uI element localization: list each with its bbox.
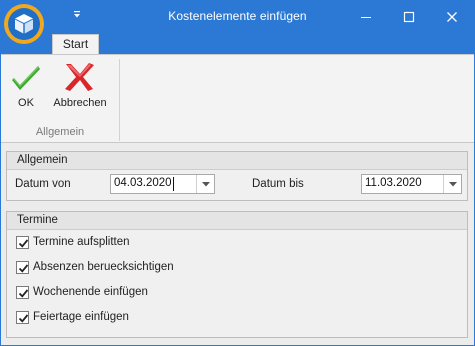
checkbox-box[interactable]	[16, 261, 29, 274]
cancel-button-label: Abbrechen	[53, 97, 107, 109]
text-cursor	[173, 177, 174, 191]
allgemein-group-header: Allgemein	[7, 152, 467, 170]
checkmark-icon	[12, 66, 40, 90]
allgemein-group: Allgemein Datum von 04.03.2020 Datum bis…	[6, 151, 468, 201]
close-icon	[447, 12, 457, 22]
checkbox-label: Termine aufsplitten	[33, 236, 130, 248]
cancel-button[interactable]: Abbrechen	[50, 57, 110, 115]
maximize-button[interactable]	[387, 1, 431, 32]
chevron-down-icon	[449, 182, 457, 187]
title-bar[interactable]: Kostenelemente einfügen	[1, 1, 474, 32]
termine-group-header: Termine	[7, 212, 467, 230]
chevron-down-icon	[202, 182, 210, 187]
checkbox-label: Absenzen beruecksichtigen	[33, 261, 174, 273]
checkmark-icon	[18, 289, 29, 298]
termine-group: Termine Termine aufsplitten Absenzen ber…	[6, 211, 468, 338]
ribbon-panel: OK Abbrechen Allgemein	[1, 54, 474, 143]
ok-button[interactable]: OK	[5, 57, 47, 115]
minimize-icon	[361, 17, 371, 18]
checkbox-box[interactable]	[16, 286, 29, 299]
datum-von-field[interactable]: 04.03.2020	[110, 174, 215, 194]
tab-start[interactable]: Start	[52, 34, 99, 55]
checkbox-box[interactable]	[16, 311, 29, 324]
datum-bis-value: 11.03.2020	[365, 177, 422, 189]
ribbon-tab-strip: Start	[1, 32, 474, 55]
datum-bis-label: Datum bis	[252, 178, 304, 190]
datum-bis-dropdown-button[interactable]	[443, 175, 461, 193]
datum-von-dropdown-button[interactable]	[196, 175, 214, 193]
ok-button-label: OK	[18, 97, 34, 109]
cube-icon	[15, 14, 33, 34]
checkmark-icon	[18, 264, 29, 273]
ribbon-group-separator	[119, 59, 120, 141]
datum-bis-field[interactable]: 11.03.2020	[361, 174, 462, 194]
maximize-icon	[403, 11, 415, 23]
checkbox-box[interactable]	[16, 236, 29, 249]
checkmark-icon	[18, 239, 29, 248]
datum-von-value: 04.03.2020	[114, 177, 172, 189]
ribbon-group-label: Allgemein	[35, 126, 85, 138]
close-button[interactable]	[430, 1, 474, 32]
app-menu-button[interactable]	[4, 4, 44, 44]
checkmark-icon	[18, 314, 29, 323]
checkbox-label: Feiertage einfügen	[33, 311, 129, 323]
checkbox-label: Wochenende einfügen	[33, 286, 148, 298]
red-x-icon	[65, 63, 94, 91]
datum-von-label: Datum von	[15, 178, 71, 190]
dialog-window: Kostenelemente einfügen Start OK Abbrech…	[0, 0, 475, 346]
minimize-button[interactable]	[344, 1, 388, 32]
